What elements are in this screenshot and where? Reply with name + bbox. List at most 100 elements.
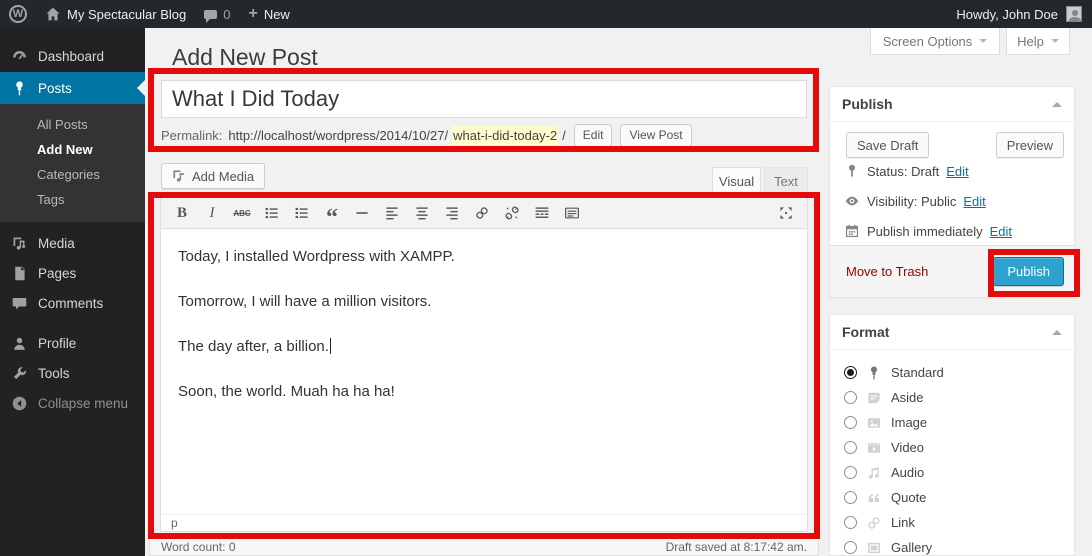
sidebar-label: Comments <box>38 296 103 311</box>
format-option-standard[interactable]: Standard <box>830 360 1074 385</box>
format-option-audio[interactable]: Audio <box>830 460 1074 485</box>
status-row: Status: Draft Edit <box>844 163 969 179</box>
format-label: Quote <box>891 490 926 505</box>
editor-status-bar: Word count: 0 Draft saved at 8:17:42 am. <box>149 539 819 556</box>
remove-link-button[interactable] <box>499 201 525 225</box>
wordpress-menu[interactable]: W <box>0 0 36 28</box>
dashboard-icon <box>11 48 28 65</box>
media-icon <box>11 235 28 252</box>
publish-box: Publish Save Draft Preview Status: Draft… <box>829 86 1075 298</box>
editor-paragraph: Today, I installed Wordpress with XAMPP. <box>178 245 790 269</box>
howdy-menu[interactable]: Howdy, John Doe <box>956 0 1058 28</box>
radio[interactable] <box>844 391 857 404</box>
text-tab-label: Text <box>774 174 798 189</box>
text-tab[interactable]: Text <box>764 167 808 194</box>
sidebar-item-all-posts[interactable]: All Posts <box>0 112 145 137</box>
blockquote-button[interactable]: “ <box>319 201 345 225</box>
align-right-button[interactable] <box>439 201 465 225</box>
format-option-gallery[interactable]: Gallery <box>830 535 1074 556</box>
format-label: Aside <box>891 390 924 405</box>
submenu-label: All Posts <box>37 117 88 132</box>
visual-tab[interactable]: Visual <box>712 167 761 194</box>
sidebar-item-categories[interactable]: Categories <box>0 162 145 187</box>
radio-selected[interactable] <box>844 366 857 379</box>
radio[interactable] <box>844 491 857 504</box>
collapse-toggle-icon[interactable] <box>1052 325 1062 335</box>
align-left-button[interactable] <box>379 201 405 225</box>
format-option-aside[interactable]: Aside <box>830 385 1074 410</box>
video-icon <box>866 440 882 456</box>
edit-schedule-link[interactable]: Edit <box>990 224 1012 239</box>
radio[interactable] <box>844 541 857 554</box>
sidebar-item-media[interactable]: Media <box>0 228 145 258</box>
admin-bar-new[interactable]: + New <box>239 0 298 28</box>
strikethrough-button[interactable]: ABC <box>229 201 255 225</box>
eye-icon <box>844 193 860 209</box>
align-center-icon <box>414 205 430 221</box>
permalink-edit-button[interactable]: Edit <box>574 124 613 147</box>
horizontal-rule-icon <box>354 205 370 221</box>
numbered-list-button[interactable] <box>289 201 315 225</box>
edit-status-link[interactable]: Edit <box>946 164 968 179</box>
preview-button[interactable]: Preview <box>996 132 1064 158</box>
radio[interactable] <box>844 416 857 429</box>
pin-icon <box>844 163 860 179</box>
format-box-title: Format <box>842 324 889 340</box>
strikethrough-icon: ABC <box>233 209 250 218</box>
toolbar-toggle-button[interactable] <box>559 201 585 225</box>
publish-button[interactable]: Publish <box>993 257 1064 286</box>
radio[interactable] <box>844 516 857 529</box>
submenu-label: Categories <box>37 167 100 182</box>
draft-saved-status: Draft saved at 8:17:42 am. <box>666 540 807 554</box>
save-draft-button[interactable]: Save Draft <box>846 132 929 158</box>
element-path-label[interactable]: p <box>171 516 178 530</box>
sidebar-item-tools[interactable]: Tools <box>0 358 145 388</box>
screen-options-tab[interactable]: Screen Options <box>870 28 1000 55</box>
avatar[interactable] <box>1066 6 1082 22</box>
move-to-trash-link[interactable]: Move to Trash <box>846 264 928 279</box>
radio[interactable] <box>844 466 857 479</box>
sidebar-item-add-new[interactable]: Add New <box>0 137 145 162</box>
italic-button[interactable]: I <box>199 201 225 225</box>
format-option-video[interactable]: Video <box>830 435 1074 460</box>
editor-content[interactable]: Today, I installed Wordpress with XAMPP.… <box>161 229 807 514</box>
sidebar-item-pages[interactable]: Pages <box>0 258 145 288</box>
sidebar-item-collapse-menu[interactable]: Collapse menu <box>0 388 145 418</box>
sidebar-item-comments[interactable]: Comments <box>0 288 145 318</box>
admin-bar-comments[interactable]: 0 <box>195 0 239 28</box>
format-option-link[interactable]: Link <box>830 510 1074 535</box>
align-left-icon <box>384 205 400 221</box>
insert-link-button[interactable] <box>469 201 495 225</box>
distraction-free-button[interactable] <box>773 201 799 225</box>
format-option-image[interactable]: Image <box>830 410 1074 435</box>
bold-button[interactable]: B <box>169 201 195 225</box>
sidebar-item-posts[interactable]: Posts <box>0 72 145 104</box>
publish-box-title: Publish <box>842 96 893 112</box>
more-tag-icon <box>534 205 550 221</box>
format-label: Audio <box>891 465 924 480</box>
horizontal-rule-button[interactable] <box>349 201 375 225</box>
editor-paragraph: Soon, the world. Muah ha ha ha! <box>178 380 790 404</box>
comments-icon <box>11 295 28 312</box>
sidebar-item-tags[interactable]: Tags <box>0 187 145 212</box>
publish-box-header[interactable]: Publish <box>830 87 1074 122</box>
view-post-button[interactable]: View Post <box>620 124 691 147</box>
align-center-button[interactable] <box>409 201 435 225</box>
collapse-toggle-icon[interactable] <box>1052 97 1062 107</box>
sidebar-label: Dashboard <box>38 49 104 64</box>
bulleted-list-button[interactable] <box>259 201 285 225</box>
sidebar-item-profile[interactable]: Profile <box>0 328 145 358</box>
format-option-quote[interactable]: Quote <box>830 485 1074 510</box>
sidebar-item-dashboard[interactable]: Dashboard <box>0 40 145 72</box>
toolbar-toggle-icon <box>564 205 580 221</box>
site-name-link[interactable]: My Spectacular Blog <box>36 0 195 28</box>
editor-paragraph: Tomorrow, I will have a million visitors… <box>178 290 790 314</box>
edit-visibility-link[interactable]: Edit <box>963 194 985 209</box>
insert-more-tag-button[interactable] <box>529 201 555 225</box>
post-title-input[interactable] <box>161 80 807 118</box>
radio[interactable] <box>844 441 857 454</box>
format-box-header[interactable]: Format <box>830 315 1074 350</box>
posts-submenu: All Posts Add New Categories Tags <box>0 104 145 222</box>
add-media-button[interactable]: Add Media <box>161 163 265 189</box>
help-tab[interactable]: Help <box>1006 28 1070 55</box>
